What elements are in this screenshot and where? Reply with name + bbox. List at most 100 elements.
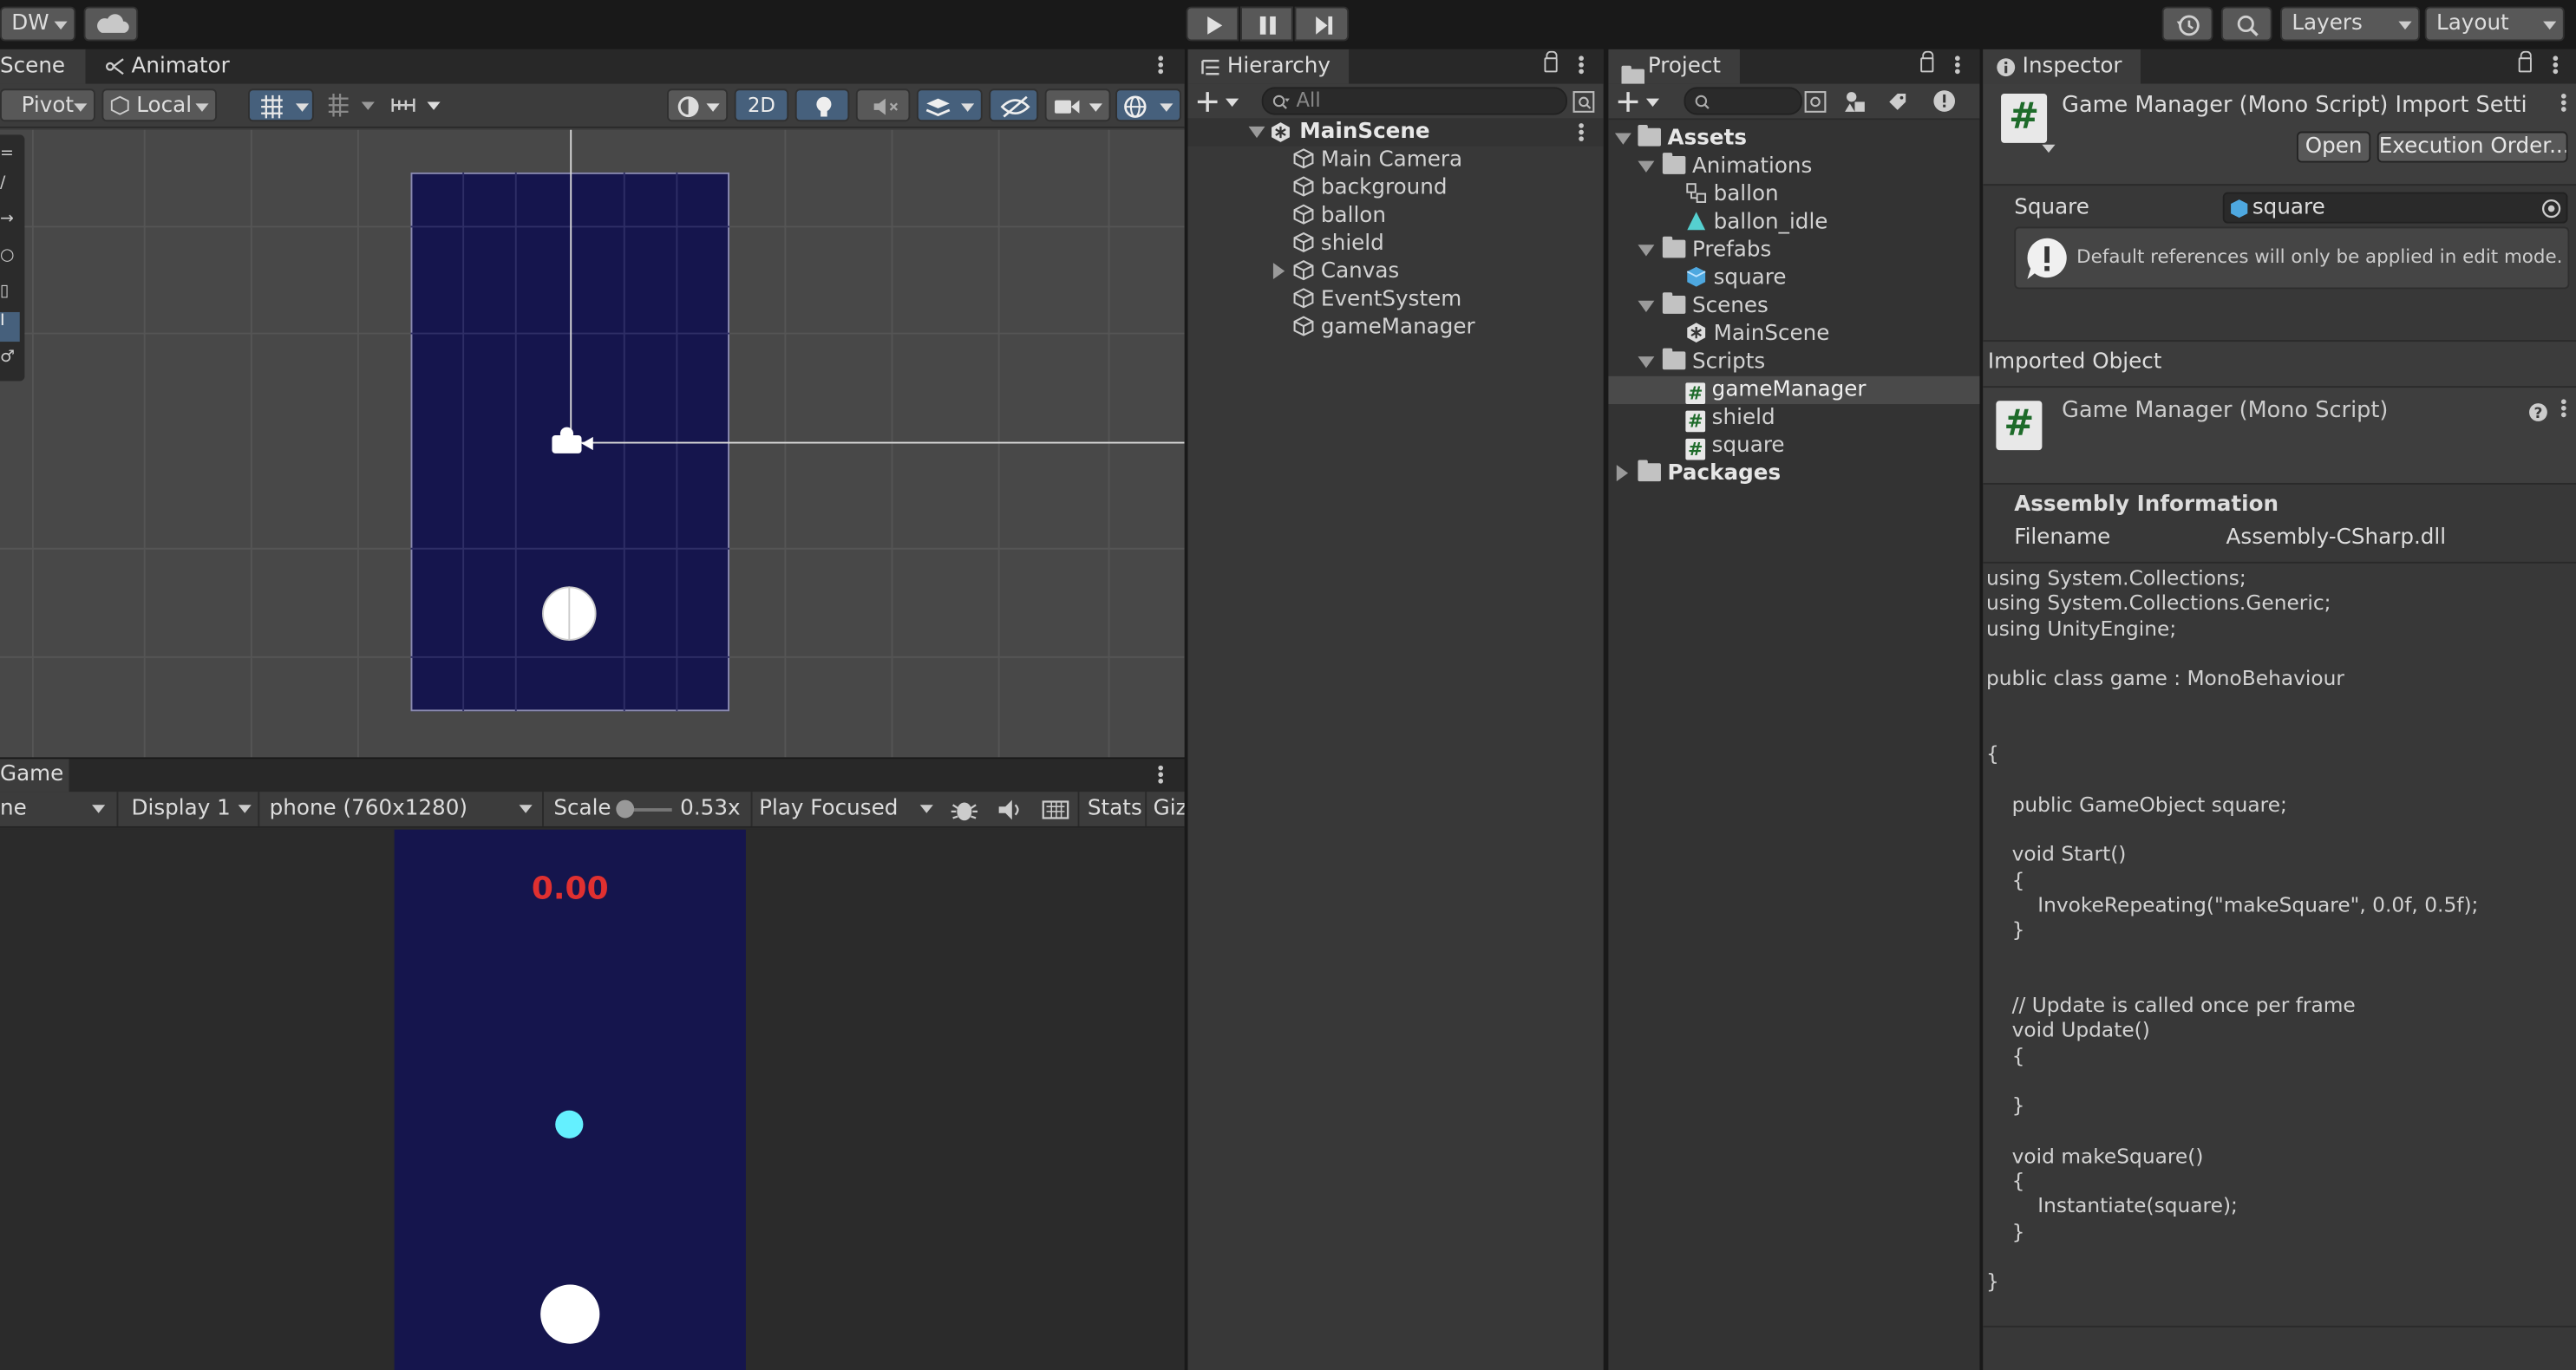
- info-icon: [1997, 58, 2016, 77]
- lock-icon[interactable]: [1920, 50, 1934, 73]
- folder-row-prefabs[interactable]: Prefabs: [1662, 236, 1771, 264]
- filter-by-type-icon[interactable]: [1843, 90, 1867, 114]
- square-object-field[interactable]: square: [2222, 192, 2568, 224]
- gizmos-button[interactable]: [1115, 88, 1181, 122]
- mode-2d-button[interactable]: 2D: [734, 88, 789, 122]
- list-item[interactable]: Canvas: [1293, 258, 1399, 285]
- scene-visibility-button[interactable]: [989, 88, 1039, 122]
- search-button[interactable]: [2220, 6, 2272, 42]
- game-view[interactable]: 0.00: [0, 829, 1185, 1370]
- project-search-input[interactable]: [1684, 87, 1802, 115]
- imported-object-label: Imported Object: [1987, 349, 2162, 375]
- expand-arrow-icon[interactable]: [1638, 356, 1655, 369]
- asset-row[interactable]: ballon_idle: [1685, 209, 1827, 237]
- scale-slider-handle[interactable]: [616, 799, 635, 819]
- play-mode-dropdown[interactable]: Play Focused: [750, 792, 940, 826]
- expand-arrow-icon[interactable]: [1616, 465, 1629, 482]
- project-create-button[interactable]: [1617, 87, 1666, 116]
- layers-dropdown[interactable]: Layers: [2280, 6, 2421, 42]
- search-icon: [2237, 15, 2259, 36]
- search-in-scene-icon[interactable]: [1804, 90, 1827, 114]
- account-dropdown[interactable]: DW: [0, 6, 76, 42]
- pause-button[interactable]: [1240, 6, 1293, 42]
- pivot-dropdown[interactable]: Pivot: [0, 88, 95, 122]
- imported-menu-icon[interactable]: [2560, 397, 2568, 421]
- object-picker-icon[interactable]: [2541, 199, 2561, 219]
- rotate-tool-icon[interactable]: →: [0, 210, 16, 236]
- list-item[interactable]: gameManager: [1293, 314, 1475, 342]
- view-tool-icon[interactable]: =: [0, 145, 16, 171]
- expand-arrow-icon[interactable]: [1248, 126, 1265, 139]
- project-menu-icon[interactable]: [1955, 55, 1962, 78]
- play-button[interactable]: [1186, 6, 1239, 42]
- tab-scene[interactable]: Scene: [0, 49, 86, 84]
- layout-dropdown[interactable]: Layout: [2424, 6, 2565, 42]
- gizmos-toggle-button[interactable]: Giz: [1145, 792, 1185, 826]
- keyboard-icon[interactable]: [1040, 797, 1073, 823]
- tab-game[interactable]: Game: [0, 759, 69, 793]
- folder-row-animations[interactable]: Animations: [1662, 153, 1812, 180]
- rect-tool-icon[interactable]: ▯: [0, 283, 16, 309]
- effects-button[interactable]: [916, 88, 983, 122]
- expand-arrow-icon[interactable]: [1638, 300, 1655, 312]
- display-dropdown[interactable]: Display 1: [116, 792, 258, 826]
- increment-snap-button[interactable]: [322, 88, 384, 121]
- scene-root-row[interactable]: MainScene: [1187, 118, 1604, 147]
- grid-snap-button[interactable]: [248, 88, 314, 122]
- expand-arrow-icon[interactable]: [1272, 263, 1285, 280]
- hierarchy-search-input[interactable]: All: [1261, 87, 1568, 115]
- lock-icon[interactable]: [2518, 50, 2532, 73]
- custom-tool-icon[interactable]: ♂: [0, 349, 16, 375]
- debug-bug-icon[interactable]: [948, 797, 981, 823]
- scale-tool-icon[interactable]: ○: [0, 246, 16, 272]
- scene-viewport[interactable]: [0, 129, 1185, 758]
- transform-tool-icon[interactable]: I: [0, 311, 20, 342]
- asset-row[interactable]: ballon: [1685, 180, 1779, 208]
- stats-button[interactable]: Stats: [1077, 792, 1144, 826]
- asset-row[interactable]: # shield: [1685, 404, 1775, 433]
- speaker-icon[interactable]: [994, 797, 1027, 823]
- move-tool-icon[interactable]: /: [0, 174, 16, 200]
- list-item[interactable]: background: [1293, 174, 1448, 202]
- create-button[interactable]: [1196, 87, 1246, 116]
- history-button[interactable]: [2161, 6, 2213, 42]
- execution-order-button[interactable]: Execution Order...: [2377, 131, 2568, 163]
- list-item[interactable]: Main Camera: [1293, 147, 1462, 174]
- asset-row[interactable]: square: [1685, 264, 1786, 292]
- hierarchy-menu-icon[interactable]: [1579, 55, 1585, 78]
- folder-row-scripts[interactable]: Scripts: [1662, 348, 1765, 376]
- scene-menu-icon[interactable]: [1579, 121, 1585, 145]
- expand-arrow-icon[interactable]: [1638, 160, 1655, 173]
- lock-icon[interactable]: [1544, 50, 1558, 73]
- help-icon[interactable]: ?: [2528, 402, 2548, 422]
- scene-panel-menu-icon[interactable]: [1158, 55, 1165, 78]
- warning-icon[interactable]: [1932, 88, 1957, 113]
- scene-search-icon[interactable]: [1572, 90, 1596, 114]
- game-panel-menu-icon[interactable]: [1158, 764, 1165, 787]
- expand-arrow-icon[interactable]: [1638, 245, 1655, 257]
- icon-dropdown-caret[interactable]: [2042, 144, 2056, 153]
- list-item[interactable]: EventSystem: [1293, 286, 1461, 314]
- asset-row-selected[interactable]: # gameManager: [1685, 376, 1866, 405]
- game-view-dropdown[interactable]: ne: [0, 792, 108, 826]
- step-button[interactable]: [1294, 6, 1350, 42]
- cloud-button[interactable]: [83, 6, 139, 42]
- open-button[interactable]: Open: [2296, 131, 2371, 163]
- folder-row-scenes[interactable]: Scenes: [1662, 292, 1769, 320]
- resolution-dropdown[interactable]: phone (760x1280): [258, 792, 539, 826]
- assets-folder-row[interactable]: Assets: [1638, 124, 1747, 153]
- lighting-button[interactable]: [794, 88, 850, 122]
- ruler-button[interactable]: [388, 88, 450, 121]
- expand-arrow-icon[interactable]: [1614, 133, 1631, 145]
- header-menu-icon[interactable]: [2560, 92, 2568, 115]
- packages-folder-row[interactable]: Packages: [1638, 460, 1781, 487]
- inspector-menu-icon[interactable]: [2553, 55, 2560, 78]
- audio-button[interactable]: [855, 88, 911, 122]
- camera-settings-button[interactable]: [1044, 88, 1111, 122]
- asset-row[interactable]: MainScene: [1685, 320, 1829, 348]
- asset-row[interactable]: # square: [1685, 432, 1785, 460]
- list-item[interactable]: ballon: [1293, 202, 1386, 230]
- draw-mode-button[interactable]: [667, 88, 729, 122]
- list-item[interactable]: shield: [1293, 230, 1384, 258]
- filter-by-label-icon[interactable]: [1886, 90, 1909, 114]
